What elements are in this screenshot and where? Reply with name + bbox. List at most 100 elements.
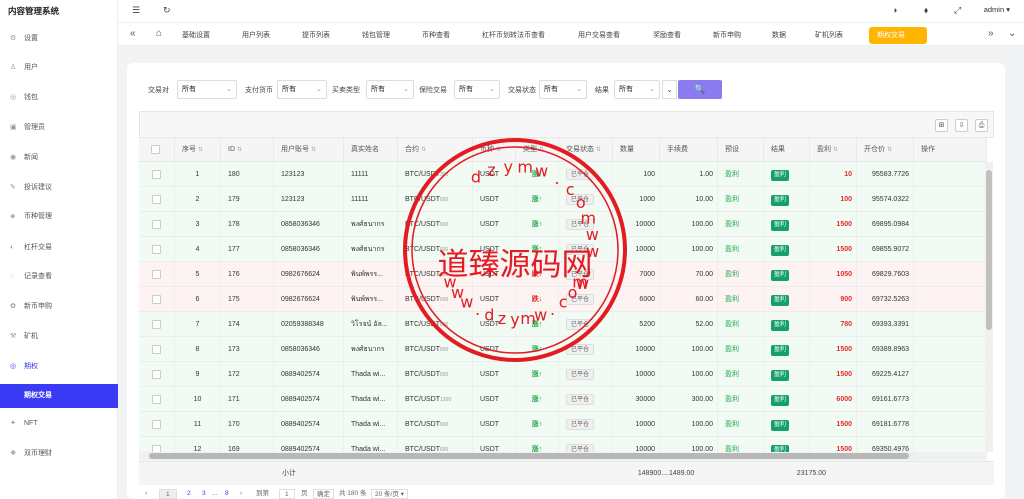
- vertical-scrollbar[interactable]: [985, 162, 993, 452]
- page-size-select[interactable]: 20 条/页 ▾: [371, 489, 408, 499]
- row-checkbox[interactable]: [152, 219, 161, 229]
- table-row[interactable]: 3 178 0858036346 พงศ์ธนากร BTC/USDT600 USDT 涨↑…: [139, 212, 987, 237]
- prev-page-icon[interactable]: ‹: [145, 489, 147, 499]
- filter-select-4[interactable]: 所有 ⌄: [539, 80, 587, 99]
- page-2[interactable]: 2: [187, 489, 191, 499]
- sidebar-item-3[interactable]: ▣ 管理员: [0, 116, 118, 140]
- filter-select-0[interactable]: 所有 ⌄: [177, 80, 237, 99]
- table-row[interactable]: 9 172 0889402574 Thada wi... BTC/USDT600 USDT…: [139, 362, 987, 387]
- tabs-scroll-right-icon[interactable]: »: [988, 28, 994, 39]
- filter-select-2[interactable]: 所有 ⌄: [366, 80, 414, 99]
- sidebar-item-7[interactable]: ◐ 杠杆交易: [0, 236, 118, 260]
- sidebar-item-14[interactable]: ❖ 双币理财: [0, 442, 118, 466]
- sidebar-item-1[interactable]: ♙ 用户: [0, 56, 118, 80]
- column-header-7[interactable]: 交易状态 ⇅: [559, 138, 613, 162]
- sidebar-item-11[interactable]: ◎ 期权: [0, 355, 118, 379]
- row-checkbox[interactable]: [152, 419, 161, 429]
- sidebar-item-6[interactable]: ◈ 币种管理: [0, 205, 118, 229]
- tab-4[interactable]: 币种查看: [422, 27, 450, 44]
- user-menu[interactable]: admin ▾: [984, 5, 1010, 14]
- row-checkbox[interactable]: [152, 269, 161, 279]
- select-all-checkbox[interactable]: [139, 138, 175, 162]
- table-row[interactable]: 6 175 0982676624 พินพ์พรร... BTC/USDT600 USDT…: [139, 287, 987, 312]
- page-1[interactable]: 1: [159, 489, 177, 499]
- column-header-13[interactable]: 开仓价 ⇅: [857, 138, 914, 162]
- tab-7[interactable]: 奖励查看: [653, 27, 681, 44]
- table-row[interactable]: 10 171 0889402574 Thada wi... BTC/USDT1200 US…: [139, 387, 987, 412]
- tab-2[interactable]: 提币列表: [302, 27, 330, 44]
- filter-select-5[interactable]: 所有 ⌄: [614, 80, 660, 99]
- export-icon[interactable]: ⇩: [955, 119, 968, 132]
- sidebar-item-5[interactable]: ✎ 投诉建议: [0, 176, 118, 200]
- sort-icon[interactable]: ⇅: [311, 147, 316, 153]
- column-header-0[interactable]: 序号 ⇅: [175, 138, 221, 162]
- menu-toggle-icon[interactable]: ☰: [132, 5, 140, 16]
- columns-icon[interactable]: ⊞: [935, 119, 948, 132]
- fullscreen-icon[interactable]: ⤢: [954, 5, 961, 16]
- column-header-4[interactable]: 合约 ⇅: [398, 138, 473, 162]
- column-header-14[interactable]: 操作: [914, 138, 987, 162]
- home-icon[interactable]: ⌂: [156, 28, 162, 39]
- checkbox[interactable]: [151, 144, 160, 154]
- sort-icon[interactable]: ⇅: [496, 147, 501, 153]
- sort-icon[interactable]: ⇅: [596, 147, 601, 153]
- filter-expand-button[interactable]: ⌄: [662, 80, 677, 99]
- page-8[interactable]: 8: [225, 489, 229, 499]
- column-header-6[interactable]: 类型 ⇅: [516, 138, 559, 162]
- tab-0[interactable]: 基础设置: [182, 27, 210, 44]
- column-header-8[interactable]: 数量: [613, 138, 660, 162]
- filter-select-1[interactable]: 所有 ⌄: [277, 80, 327, 99]
- tab-8[interactable]: 新币申购: [713, 27, 741, 44]
- table-row[interactable]: 1 180 123123 11111 BTC/USDT300 USDT 涨↑ 已平仓 100 1.…: [139, 162, 987, 187]
- page-3[interactable]: 3: [202, 489, 206, 499]
- column-header-1[interactable]: ID ⇅: [221, 138, 274, 162]
- row-checkbox[interactable]: [152, 319, 161, 329]
- sidebar-item-12[interactable]: 期权交易: [0, 384, 118, 408]
- column-header-3[interactable]: 真实姓名: [344, 138, 398, 162]
- sidebar-item-0[interactable]: ⚙ 设置: [0, 27, 118, 51]
- goto-input[interactable]: 1: [279, 489, 295, 499]
- scroll-thumb[interactable]: [986, 170, 992, 330]
- theme-icon[interactable]: ◑: [892, 5, 897, 15]
- print-icon[interactable]: ⎙: [975, 119, 988, 132]
- row-checkbox[interactable]: [152, 369, 161, 379]
- tabs-scroll-left-icon[interactable]: «: [130, 28, 136, 39]
- goto-confirm-button[interactable]: 确定: [313, 489, 334, 499]
- column-header-11[interactable]: 结果: [764, 138, 810, 162]
- table-row[interactable]: 5 176 0982676624 พินพ์พรร... BTC/USDT600 USDT…: [139, 262, 987, 287]
- column-header-9[interactable]: 手续费: [660, 138, 718, 162]
- scroll-thumb[interactable]: [149, 453, 909, 459]
- tab-1[interactable]: 用户列表: [242, 27, 270, 44]
- tabs-menu-icon[interactable]: ⌄: [1008, 28, 1016, 39]
- search-button[interactable]: 🔍: [678, 80, 722, 99]
- table-row[interactable]: 2 179 123123 11111 BTC/USDT600 USDT 涨↑ 已平仓 1000 1…: [139, 187, 987, 212]
- table-row[interactable]: 4 177 0858036346 พงศ์ธนากร BTC/USDT600 USDT 涨↑…: [139, 237, 987, 262]
- row-checkbox[interactable]: [152, 244, 161, 254]
- horizontal-scrollbar[interactable]: [139, 452, 985, 460]
- sidebar-item-8[interactable]: ◌ 记录查看: [0, 265, 118, 289]
- table-row[interactable]: 7 174 02059388348 วิโรจน์ อัล... BTC/USDT600…: [139, 312, 987, 337]
- tab-11[interactable]: 期权交易: [869, 27, 927, 44]
- table-row[interactable]: 11 170 0889402574 Thada wi... BTC/USDT600 USD…: [139, 412, 987, 437]
- sort-icon[interactable]: ⇅: [421, 147, 426, 153]
- tab-9[interactable]: 数据: [772, 27, 786, 44]
- column-header-12[interactable]: 盈利 ⇅: [810, 138, 857, 162]
- next-page-icon[interactable]: ›: [240, 489, 242, 499]
- sort-icon[interactable]: ⇅: [237, 147, 242, 153]
- tab-10[interactable]: 矿机列表: [815, 27, 843, 44]
- tag-icon[interactable]: ⬧: [924, 5, 928, 16]
- column-header-5[interactable]: 币种 ⇅: [473, 138, 516, 162]
- table-row[interactable]: 8 173 0858036346 พงศ์ธนากร BTC/USDT600 USDT 涨↑…: [139, 337, 987, 362]
- row-checkbox[interactable]: [152, 169, 161, 179]
- column-header-2[interactable]: 用户账号 ⇅: [274, 138, 344, 162]
- column-header-10[interactable]: 预设: [718, 138, 764, 162]
- sidebar-item-10[interactable]: ⚒ 矿机: [0, 325, 118, 349]
- sidebar-item-4[interactable]: ◉ 新闻: [0, 146, 118, 170]
- tab-6[interactable]: 用户交易查看: [578, 27, 620, 44]
- filter-select-3[interactable]: 所有 ⌄: [454, 80, 500, 99]
- sort-icon[interactable]: ⇅: [539, 147, 544, 153]
- row-checkbox[interactable]: [152, 194, 161, 204]
- sidebar-item-2[interactable]: ◎ 钱包: [0, 86, 118, 110]
- row-checkbox[interactable]: [152, 294, 161, 304]
- tab-3[interactable]: 钱包管理: [362, 27, 390, 44]
